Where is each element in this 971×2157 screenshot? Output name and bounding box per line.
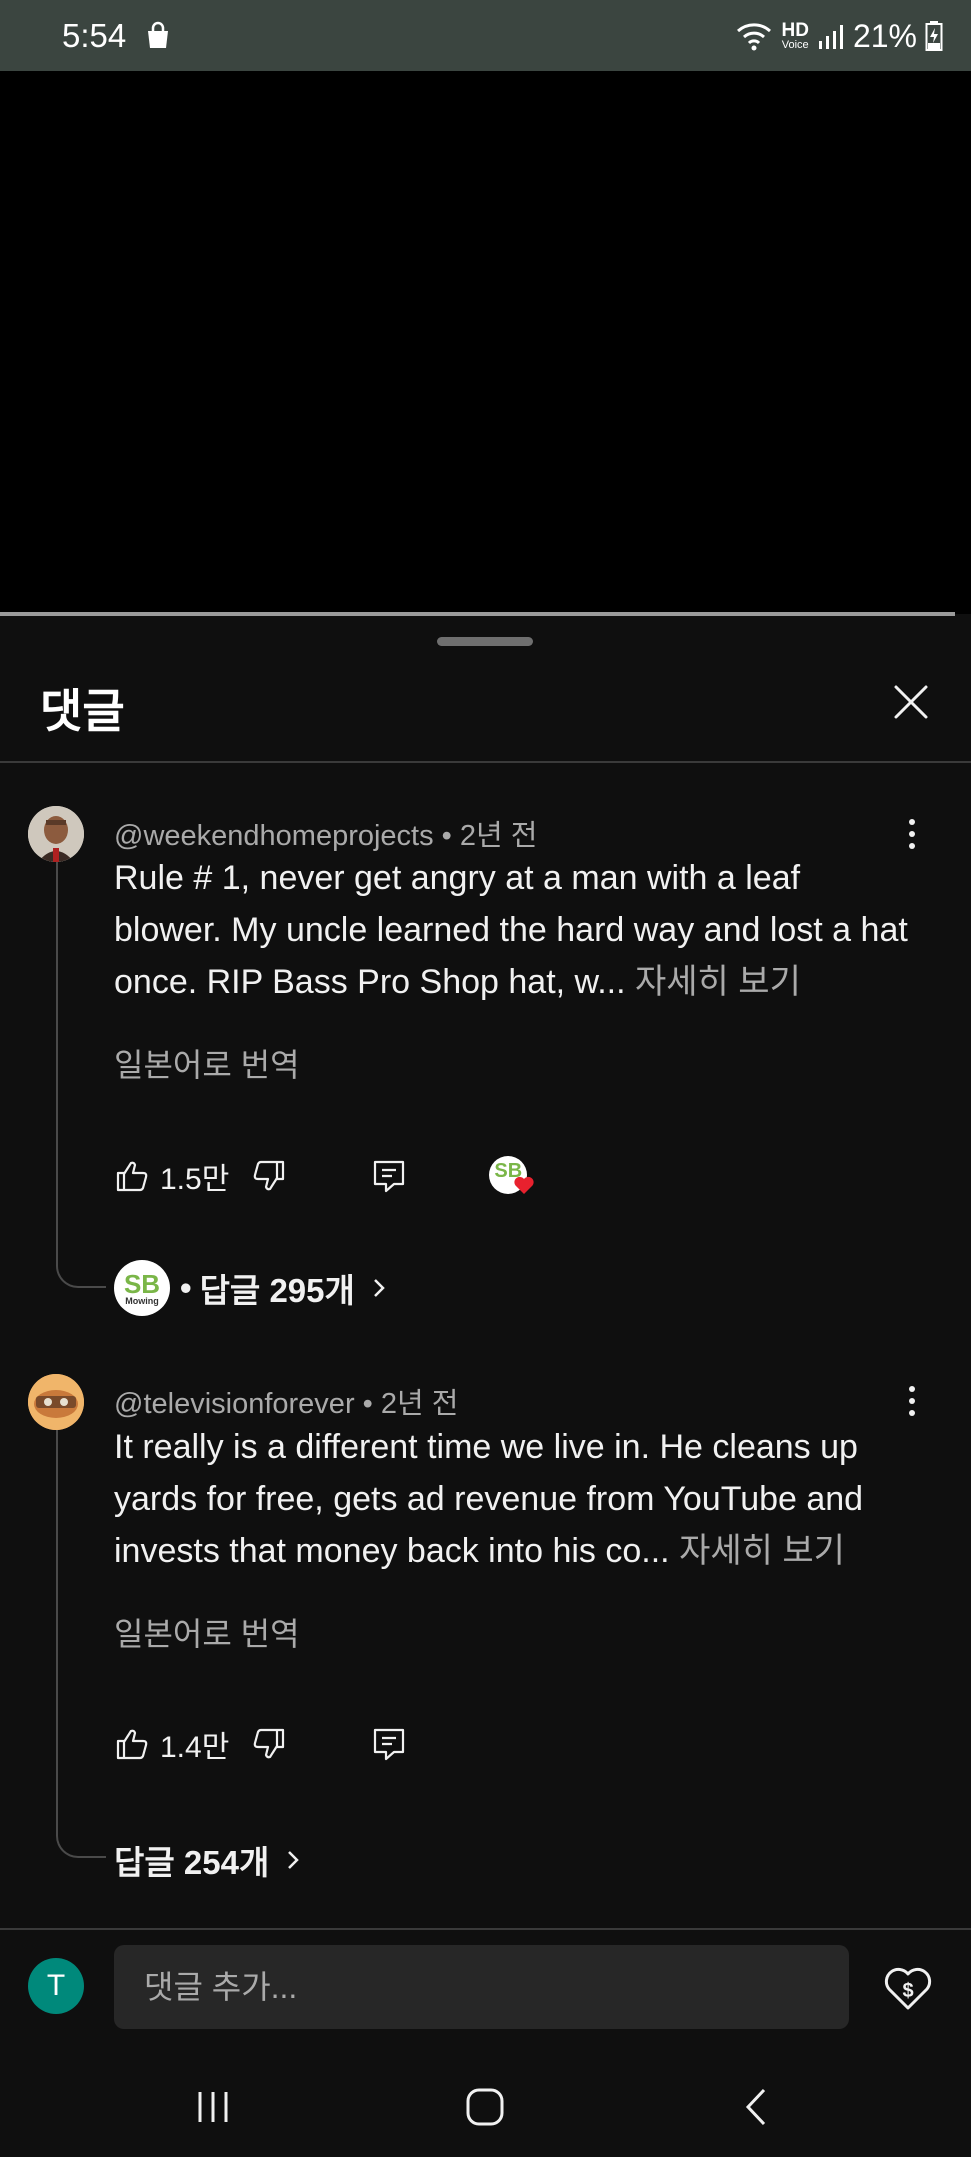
back-icon[interactable] [732,2082,782,2132]
video-progress-bar[interactable] [0,612,955,616]
comment-author[interactable]: @weekendhomeprojects [114,820,434,852]
drag-handle[interactable] [437,637,533,646]
comment-age: 2년 전 [459,820,538,852]
header-divider [0,761,971,763]
more-vertical-icon[interactable] [897,1381,927,1421]
creator-heart-badge: SB [489,1154,535,1198]
home-icon[interactable] [460,2082,510,2132]
comment-body[interactable]: It really is a different time we live in… [114,1421,914,1577]
like-count: 1.5만 [160,1163,230,1196]
avatar[interactable] [28,806,84,862]
translate-link[interactable]: 일본어로 번역 [114,1609,300,1655]
thread-line [56,850,106,1288]
read-more-link[interactable]: 자세히 보기 [679,1532,845,1570]
svg-text:$: $ [902,1980,913,2002]
read-more-link[interactable]: 자세히 보기 [635,963,801,1001]
thumbs-down-icon[interactable] [251,1158,287,1194]
comment-body[interactable]: Rule # 1, never get angry at a man with … [114,852,914,1008]
comment-actions: 1.4만 [114,1722,407,1766]
close-icon[interactable] [891,682,931,722]
replies-button[interactable]: 답글 254개 [114,1836,307,1884]
hd-voice-indicator: HD Voice [782,21,809,51]
voice-label: Voice [781,39,809,51]
replies-label: 답글 254개 [114,1844,270,1881]
video-player[interactable] [0,71,971,614]
thumbs-up-icon[interactable] [114,1158,150,1194]
replies-separator: • [180,1269,192,1306]
meta-separator: • [441,820,452,852]
reply-icon[interactable] [371,1158,407,1194]
comment-age: 2년 전 [380,1388,459,1420]
battery-percent: 21% [852,17,917,54]
heart-dollar-icon[interactable]: $ [882,1962,934,2014]
battery-charging-icon [925,21,943,51]
reply-icon[interactable] [371,1726,407,1762]
replies-button[interactable]: SB Mowing • 답글 295개 [114,1260,393,1316]
hd-label: HD [781,20,809,41]
comments-title: 댓글 [40,685,125,737]
status-indicators: HD Voice 21% [734,14,944,58]
creator-avatar-sub: Mowing [125,1295,159,1306]
like-count: 1.4만 [160,1731,230,1764]
meta-separator: • [362,1388,373,1420]
creator-avatar-initials: SB [123,1268,161,1299]
thread-line [56,1418,106,1858]
comment-author-meta: @televisionforever • 2년 전 [114,1380,458,1422]
user-avatar[interactable]: T [28,1958,84,2014]
replies-label: 답글 295개 [199,1272,355,1309]
thumbs-down-icon[interactable] [251,1726,287,1762]
more-vertical-icon[interactable] [897,814,927,854]
wifi-icon [736,23,771,51]
heart-icon [514,1176,534,1194]
chevron-right-icon [288,1851,300,1869]
composer-divider [0,1928,971,1930]
shopping-bag-icon [148,21,168,48]
avatar[interactable] [28,1374,84,1430]
add-comment-input[interactable]: 댓글 추가... [114,1945,849,2029]
thumbs-up-icon[interactable] [114,1726,150,1762]
creator-avatar: SB Mowing [114,1260,170,1316]
status-bar: 5:54 HD Voice 21% [0,0,971,71]
comment-author-meta: @weekendhomeprojects • 2년 전 [114,812,537,854]
status-time: 5:54 [62,17,127,54]
signal-icon [818,25,843,49]
recent-apps-icon[interactable] [188,2082,238,2132]
comment-actions: 1.5만 SB [114,1154,535,1198]
system-nav-bar [0,2060,971,2157]
translate-link[interactable]: 일본어로 번역 [114,1040,300,1086]
chevron-right-icon [373,1279,385,1297]
comment-author[interactable]: @televisionforever [114,1388,355,1420]
